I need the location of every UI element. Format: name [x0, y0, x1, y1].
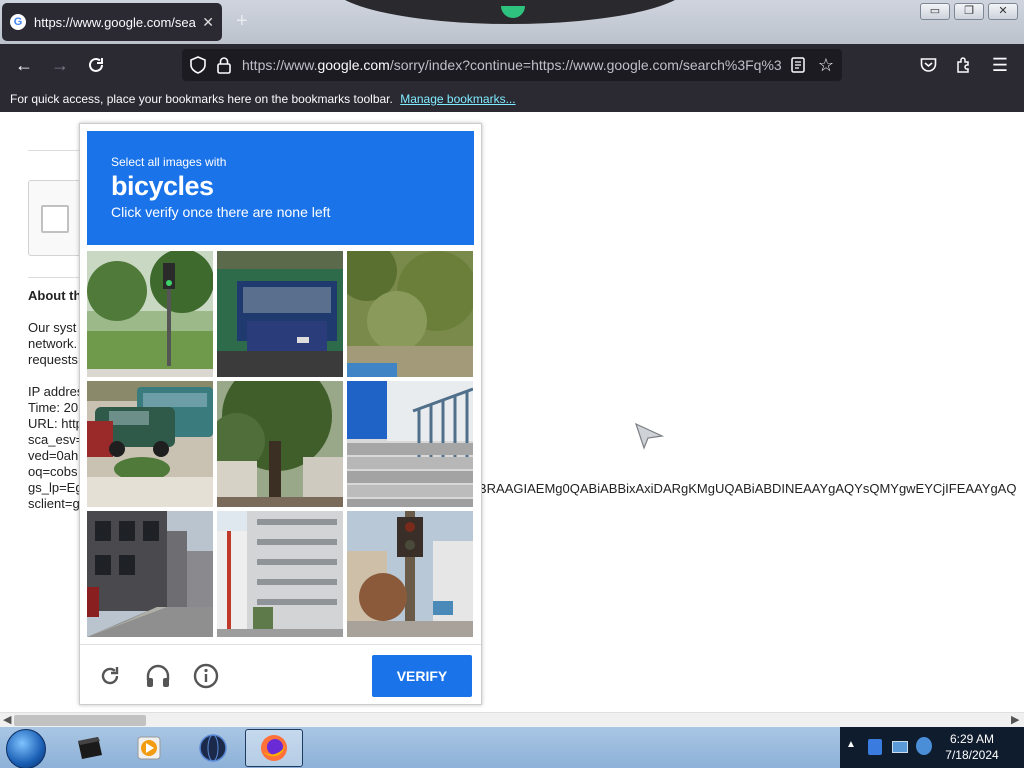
taskbar-clock[interactable]: 6:29 AM 7/18/2024: [940, 731, 1004, 763]
tray-expand-icon[interactable]: ▲: [846, 739, 856, 750]
captcha-tile-bus-front[interactable]: [217, 251, 343, 377]
scroll-right-icon[interactable]: ▶: [1011, 713, 1019, 726]
tab-title: https://www.google.com/search: [34, 14, 197, 30]
taskbar-app-media-player[interactable]: [120, 729, 178, 767]
page-line: Our syst: [28, 320, 77, 335]
bookmarks-hint: For quick access, place your bookmarks h…: [10, 92, 393, 106]
google-favicon-icon: G: [10, 14, 26, 30]
address-bar[interactable]: https://www.google.com/sorry/index?conti…: [182, 49, 842, 81]
window-controls: ▭ ❐ ✕: [920, 3, 1018, 20]
verify-button[interactable]: VERIFY: [372, 655, 472, 697]
page-line: Time: 20: [28, 400, 79, 415]
lock-icon[interactable]: [212, 53, 236, 77]
captcha-tile-park-traffic-light[interactable]: [87, 251, 213, 377]
page-line: oq=cobs: [28, 464, 78, 479]
menu-icon[interactable]: ☰: [988, 53, 1012, 77]
reload-icon[interactable]: [84, 53, 108, 77]
url-suffix: /sorry/index?continue=https://www.google…: [389, 57, 782, 73]
navigation-bar: ← → https://www.google.com/sorry/index?c…: [0, 44, 1024, 86]
captcha-tile-grassy-hillside[interactable]: [347, 251, 473, 377]
captcha-tile-parked-cars[interactable]: [87, 381, 213, 507]
forward-icon[interactable]: →: [48, 53, 72, 77]
captcha-tile-city-street[interactable]: [87, 511, 213, 637]
query-overflow-text: BRAAGIAEMg0QABiABBixAxiDARgKMgUQABiABDIN…: [478, 481, 1017, 496]
volume-icon[interactable]: [916, 737, 932, 755]
url-text[interactable]: https://www.google.com/sorry/index?conti…: [242, 57, 782, 73]
manage-bookmarks-link[interactable]: Manage bookmarks...: [400, 92, 515, 106]
url-prefix: https://www.: [242, 57, 318, 73]
start-button[interactable]: [6, 729, 46, 768]
taskbar: ▲ 6:29 AM 7/18/2024: [0, 727, 1024, 768]
recaptcha-checkbox[interactable]: [41, 205, 69, 233]
clock-time: 6:29 AM: [949, 732, 995, 746]
bookmark-star-icon[interactable]: ☆: [814, 53, 838, 77]
image-captcha-dialog: Select all images with bicycles Click ve…: [79, 123, 482, 705]
tab-google-search[interactable]: G https://www.google.com/search ✕: [2, 3, 222, 41]
tab-close-icon[interactable]: ✕: [202, 14, 214, 31]
pocket-icon[interactable]: [916, 53, 940, 77]
captcha-instructions: Select all images with bicycles Click ve…: [87, 131, 474, 245]
reload-challenge-icon[interactable]: [95, 661, 125, 691]
title-bar: G https://www.google.com/search ✕ + ▭ ❐ …: [0, 0, 1024, 44]
horizontal-scrollbar[interactable]: ◀ ▶: [0, 712, 1024, 727]
captcha-tile-traffic-signal[interactable]: [347, 511, 473, 637]
scroll-left-icon[interactable]: ◀: [3, 713, 11, 726]
captcha-tile-stairs-railing[interactable]: [347, 381, 473, 507]
page-line: IP addres: [28, 384, 84, 399]
taskbar-app-terminal[interactable]: [60, 729, 118, 767]
new-tab-icon[interactable]: +: [236, 10, 248, 33]
page-line: URL: http: [28, 416, 83, 431]
captcha-footer: VERIFY: [80, 644, 481, 704]
shield-icon[interactable]: [186, 53, 210, 77]
page-line: sca_esv=: [28, 432, 84, 447]
clock-date: 7/18/2024: [945, 748, 999, 762]
page-line: requests: [28, 352, 78, 367]
captcha-tile-apartment-building[interactable]: [217, 511, 343, 637]
minimize-button[interactable]: ▭: [920, 3, 950, 20]
about-heading: About th: [28, 288, 82, 303]
page-line: gs_lp=Eg: [28, 480, 83, 495]
page-line: network.: [28, 336, 78, 351]
back-icon[interactable]: ←: [12, 53, 36, 77]
network-icon[interactable]: [892, 741, 908, 753]
reader-view-icon[interactable]: [786, 53, 810, 77]
audio-challenge-icon[interactable]: [143, 661, 173, 691]
restore-button[interactable]: ❐: [954, 3, 984, 20]
cursor-icon: [634, 422, 664, 450]
captcha-image-grid: [87, 251, 474, 638]
info-icon[interactable]: [191, 661, 221, 691]
scrollbar-thumb[interactable]: [14, 715, 146, 726]
bookmarks-toolbar: For quick access, place your bookmarks h…: [0, 86, 1024, 112]
taskbar-app-firefox[interactable]: [245, 729, 303, 767]
url-domain: google.com: [317, 57, 390, 73]
captcha-target: bicycles: [111, 171, 214, 201]
taskbar-app-globe[interactable]: [184, 729, 242, 767]
extensions-icon[interactable]: [952, 53, 976, 77]
captcha-tile-tree-street[interactable]: [217, 381, 343, 507]
instruction-subtext: Click verify once there are none left: [111, 204, 331, 220]
page-line: sclient=g: [28, 496, 80, 511]
close-window-button[interactable]: ✕: [988, 3, 1018, 20]
instruction-text: Select all images with: [111, 155, 227, 169]
tray-app-icon[interactable]: [868, 739, 882, 755]
